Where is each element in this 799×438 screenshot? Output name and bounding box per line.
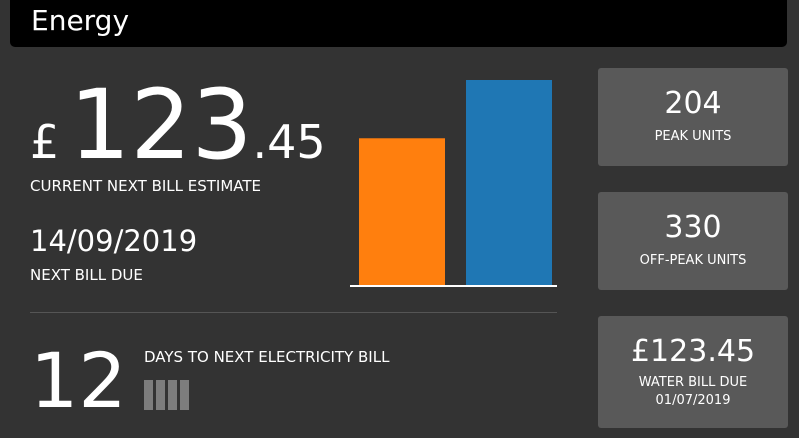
- section-divider: [30, 312, 557, 313]
- water-bill-label: WATER BILL DUE: [638, 375, 748, 390]
- peak-units-label: PEAK UNITS: [654, 129, 732, 144]
- days-progress-segment: [180, 380, 189, 410]
- water-bill-amount: £123.45: [630, 334, 756, 369]
- bill-amount-minor: .45: [252, 115, 326, 169]
- usage-bar-chart: [350, 80, 557, 287]
- offpeak-units-label: OFF-PEAK UNITS: [639, 253, 747, 268]
- days-progress-segment: [156, 380, 165, 410]
- peak-units-tile: 204 PEAK UNITS: [598, 68, 788, 166]
- days-progress-indicator: [144, 380, 192, 410]
- days-progress-segment: [168, 380, 177, 410]
- next-bill-due-label: NEXT BILL DUE: [30, 266, 143, 284]
- water-bill-tile: £123.45 WATER BILL DUE 01/07/2019: [598, 316, 788, 428]
- header-bar: Energy: [10, 0, 787, 47]
- water-bill-date: 01/07/2019: [655, 393, 731, 408]
- bill-amount-major: 123: [69, 69, 253, 181]
- chart-bar-1: [359, 138, 445, 285]
- peak-units-value: 204: [664, 86, 722, 121]
- days-progress-segment: [144, 380, 153, 410]
- offpeak-units-tile: 330 OFF-PEAK UNITS: [598, 192, 788, 290]
- offpeak-units-value: 330: [664, 210, 722, 245]
- chart-bar-2: [466, 80, 552, 285]
- page-title: Energy: [31, 4, 130, 37]
- days-to-bill-label: DAYS TO NEXT ELECTRICITY BILL: [144, 348, 390, 366]
- bill-estimate-amount: £ 123 .45: [30, 66, 326, 181]
- days-to-bill-count: 12: [30, 336, 127, 425]
- bill-estimate-label: CURRENT NEXT BILL ESTIMATE: [30, 177, 262, 195]
- bill-currency-symbol: £: [30, 115, 60, 169]
- next-bill-due-date: 14/09/2019: [30, 224, 198, 258]
